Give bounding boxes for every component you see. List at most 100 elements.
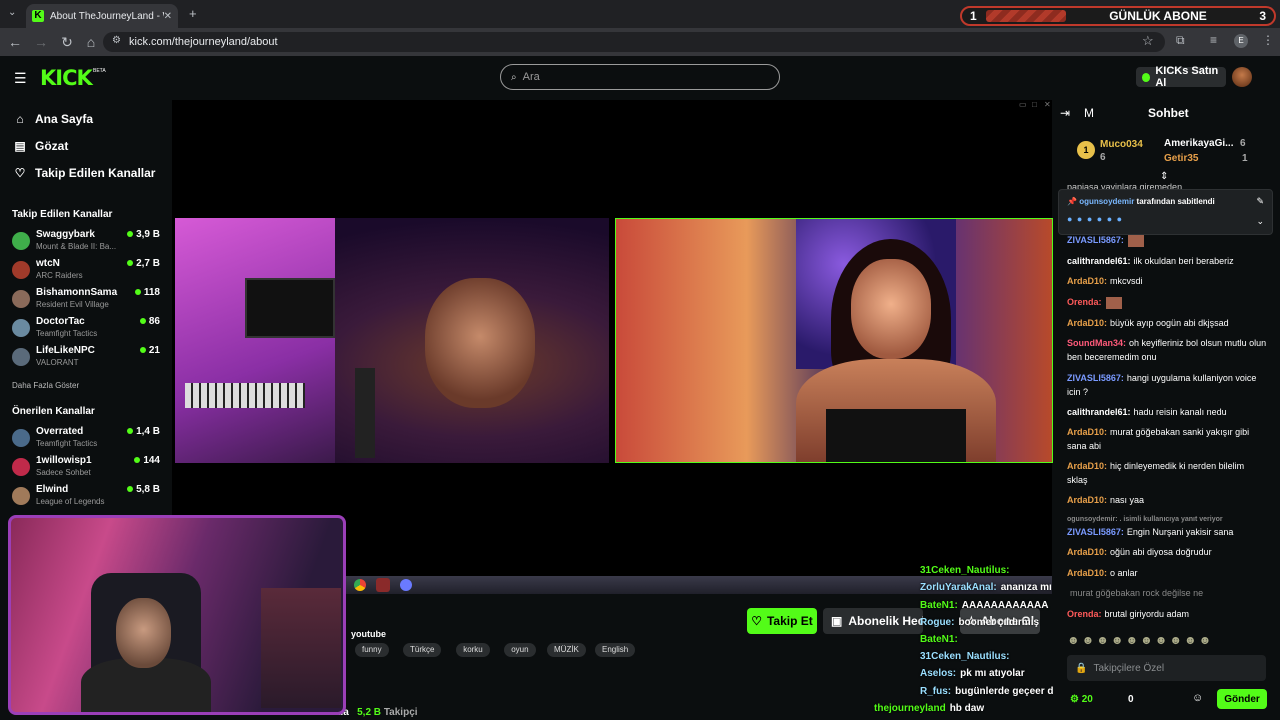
stream-tag[interactable]: English — [595, 643, 636, 657]
goal-progress-bar — [986, 10, 1066, 22]
close-window-icon[interactable]: ✕ — [1044, 100, 1051, 109]
gift-sub-button[interactable]: ▣ Abonelik Hediye Et — [823, 608, 923, 634]
chat-message: calithrandel61: ilk okuldan beri beraberi… — [1067, 254, 1267, 268]
tab-list-icon[interactable]: ⌄ — [8, 7, 16, 18]
close-tab-icon[interactable]: ✕ — [164, 11, 172, 22]
pinned-user[interactable]: ogunsoydemir — [1079, 197, 1134, 206]
overlay-chat-line: 31Ceken_Nautilus: — [920, 651, 1013, 662]
user-avatar[interactable] — [1232, 67, 1252, 87]
chat-username[interactable]: calithrandel61: — [1067, 256, 1131, 266]
chat-username[interactable]: ZIVASLI5867: — [1067, 235, 1124, 245]
channel-name: DoctorTac — [36, 316, 85, 327]
chat-username[interactable]: ArdaD10: — [1067, 547, 1107, 557]
hamburger-menu-icon[interactable]: ☰ — [14, 70, 27, 87]
url-field[interactable]: kick.com/thejourneyland/about — [103, 32, 1165, 52]
minimize-icon[interactable]: ▭ — [1019, 100, 1027, 109]
points-value: 20 — [1081, 694, 1093, 705]
chat-username[interactable]: ArdaD10: — [1067, 276, 1107, 286]
stream-tag[interactable]: funny — [355, 643, 389, 657]
back-icon[interactable]: ← — [4, 34, 26, 50]
followed-channel-item[interactable]: wtcN ARC Raiders 2,7 B — [12, 258, 162, 284]
chat-text: oğün abi diyosa doğrudur — [1110, 547, 1212, 557]
chat-message: ArdaD10: büyük ayıp oogün abi dkjşsad — [1067, 316, 1267, 330]
maximize-icon[interactable]: □ — [1032, 100, 1037, 109]
search-placeholder: Ara — [522, 71, 540, 83]
chat-text: brutal giriyordu adam — [1104, 609, 1190, 619]
home-icon: ⌂ — [16, 112, 24, 126]
browser-tab[interactable]: K About TheJourneyLand - W ✕ — [26, 4, 178, 28]
chat-input[interactable]: 🔒 Takipçilere Özel — [1067, 655, 1266, 681]
chat-username[interactable]: ArdaD10: — [1067, 427, 1107, 437]
reading-list-icon[interactable]: ≡ — [1210, 33, 1217, 47]
home-browser-icon[interactable]: ⌂ — [80, 34, 102, 50]
stream-tag[interactable]: korku — [456, 643, 490, 657]
chat-username[interactable]: ZIVASLI5867: — [1067, 527, 1124, 537]
stream-tag[interactable]: oyun — [504, 643, 536, 657]
sidebar-nav-home[interactable]: ⌂ Ana Sayfa — [12, 112, 93, 126]
follow-label: Takip Et — [766, 614, 813, 628]
channel-points[interactable]: ⚙ 20 — [1070, 694, 1093, 705]
emote-bar[interactable]: ☻☻☻☻☻☻☻☻☻☻ — [1067, 633, 1267, 649]
chat-username[interactable]: calithrandel61: — [1067, 407, 1131, 417]
followed-channel-item[interactable]: Swaggybark Mount & Blade II: Ba... 3,9 B — [12, 229, 162, 255]
send-button[interactable]: Gönder — [1217, 689, 1267, 709]
forward-icon[interactable]: → — [30, 34, 52, 50]
chat-username[interactable]: ArdaD10: — [1067, 461, 1107, 471]
followed-channel-item[interactable]: LifeLikeNPC VALORANT 21 — [12, 345, 162, 371]
new-tab-icon[interactable]: + — [189, 6, 197, 21]
chat-username[interactable]: ogunsoydemir: . isimli kullanıcıya yanıt… — [1067, 516, 1223, 523]
emote-picker-icon[interactable]: ☺ — [1192, 692, 1203, 704]
profile-icon[interactable]: E — [1234, 34, 1248, 48]
recommended-channel-item[interactable]: 1willowisp1 Sadece Sohbet 144 — [12, 455, 162, 481]
browser-menu-icon[interactable]: ⋮ — [1262, 33, 1274, 47]
bookmark-star-icon[interactable]: ☆ — [1142, 33, 1154, 49]
chat-username[interactable]: ZIVASLI5867: — [1067, 373, 1124, 383]
chat-tab-m[interactable]: M — [1084, 106, 1094, 120]
sidebar-nav-following[interactable]: ♡ Takip Edilen Kanallar — [12, 166, 156, 180]
collapse-chat-icon[interactable]: ⇥ — [1060, 106, 1070, 120]
recommended-channel-item[interactable]: Overrated Teamfight Tactics 1,4 B — [12, 426, 162, 452]
reload-icon[interactable]: ↻ — [56, 34, 78, 51]
rank-badge: 1 — [1077, 141, 1095, 159]
kicks-balance[interactable]: 0 — [1128, 694, 1134, 705]
chat-message: murat göğebakan rock değilse ne — [1067, 586, 1267, 600]
follower-label: Takipçi — [383, 707, 418, 718]
lock-icon: 🔒 — [1075, 662, 1088, 674]
search-input[interactable]: ⌕ Ara — [500, 64, 780, 90]
channel-name: Overrated — [36, 426, 84, 437]
stream-tag[interactable]: MÜZİK — [547, 643, 586, 657]
chat-emote — [1105, 296, 1122, 309]
sidebar-nav-browse[interactable]: ▤ Gözat — [12, 139, 68, 153]
kick-logo[interactable]: KICK — [40, 66, 93, 90]
followed-channels-title: Takip Edilen Kanallar — [12, 209, 113, 220]
chat-username[interactable]: ArdaD10: — [1067, 318, 1107, 328]
unpin-icon[interactable]: ✎ — [1256, 196, 1264, 207]
expand-pinned-icon[interactable]: ⌄ — [1256, 216, 1264, 227]
leaderboard-name[interactable]: AmerikayaGi... — [1164, 138, 1233, 149]
site-info-icon[interactable]: ⚙ — [112, 35, 121, 46]
stream-category[interactable]: youtube — [351, 629, 386, 639]
chat-username[interactable]: ArdaD10: — [1067, 495, 1107, 505]
beta-badge: BETA — [93, 68, 106, 74]
recommended-channel-item[interactable]: Elwind League of Legends 5,8 B — [12, 484, 162, 510]
stream-tag[interactable]: Türkçe — [403, 643, 442, 657]
pinned-text: tarafından sabitlendi — [1136, 197, 1215, 206]
leaderboard-name[interactable]: Getir35 — [1164, 153, 1198, 164]
show-more-link[interactable]: Daha Fazla Göster — [12, 381, 79, 390]
follow-button[interactable]: ♡ Takip Et — [747, 608, 817, 634]
goal-label: GÜNLÜK ABONE — [1109, 9, 1207, 23]
chat-username[interactable]: Orenda: — [1067, 297, 1102, 307]
followed-channel-item[interactable]: BishamonnSama Resident Evil Village 118 — [12, 287, 162, 313]
extensions-icon[interactable]: ⧉ — [1176, 33, 1185, 48]
chat-message: Orenda: brutal giriyordu adam — [1067, 607, 1267, 621]
followed-channel-item[interactable]: DoctorTac Teamfight Tactics 86 — [12, 316, 162, 342]
channel-category: Teamfight Tactics — [36, 329, 98, 338]
guest-video-feed — [615, 218, 1053, 463]
viewer-count: 118 — [135, 287, 160, 298]
buy-kicks-button[interactable]: KICKs Satın Al — [1136, 65, 1226, 89]
chat-username[interactable]: SoundMan34: — [1067, 338, 1126, 348]
chat-username[interactable]: Orenda: — [1067, 609, 1102, 619]
leaderboard-name[interactable]: Muco034 — [1100, 139, 1143, 150]
chat-username[interactable]: ArdaD10: — [1067, 568, 1107, 578]
overlay-chat-line: thejourneyland hb daw — [874, 703, 984, 714]
